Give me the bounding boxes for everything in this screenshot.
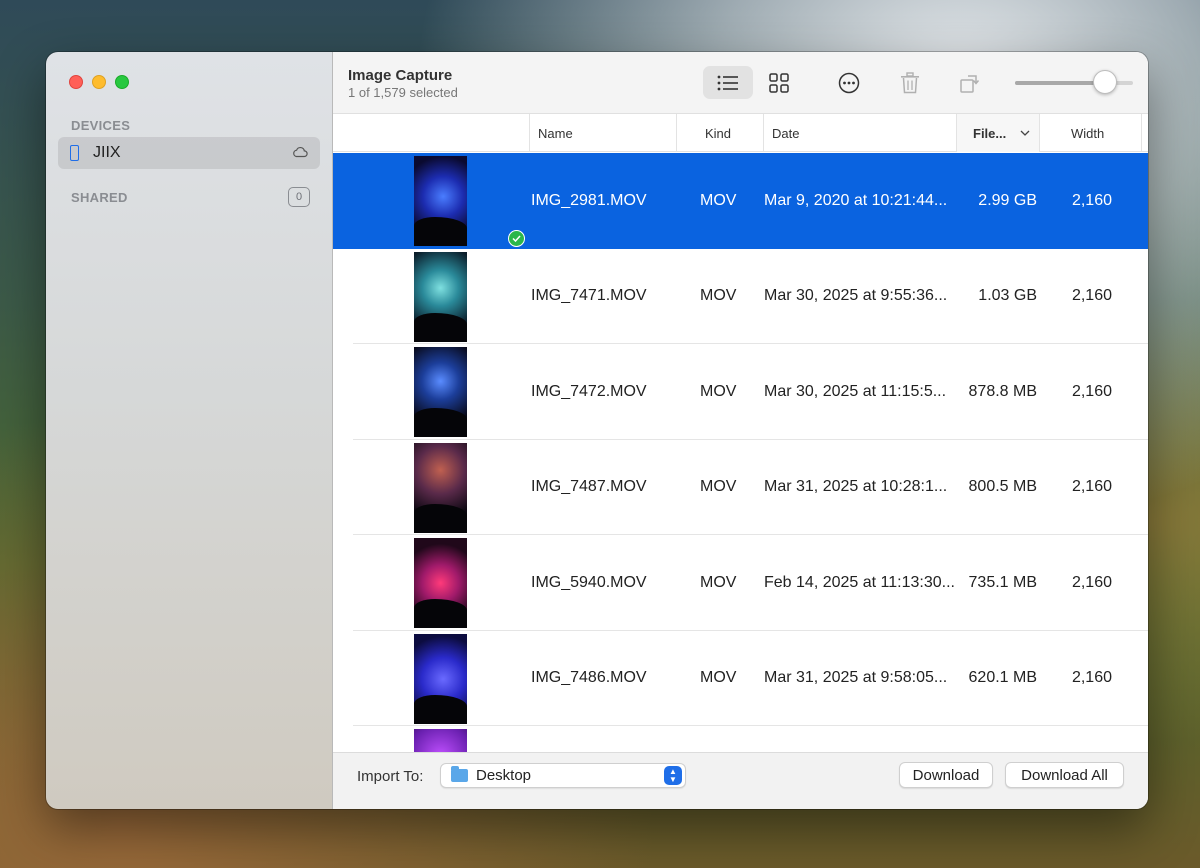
popup-arrows-icon: ▲ ▼ (664, 766, 682, 785)
device-name: JIIX (93, 144, 121, 161)
close-button[interactable] (69, 75, 83, 89)
file-size: 2.99 GB (978, 191, 1037, 209)
column-header-file-size[interactable]: File... (956, 114, 1039, 152)
rotate-icon (960, 74, 980, 93)
zoom-button[interactable] (115, 75, 129, 89)
file-name: IMG_7486.MOV (531, 669, 647, 686)
main-content: Image Capture 1 of 1,579 selected Name K… (333, 52, 1148, 809)
grid-view-icon (769, 72, 789, 93)
sidebar-item-device[interactable]: JIIX (58, 137, 320, 169)
list-view-icon (717, 75, 738, 90)
iphone-icon (70, 145, 79, 161)
file-name: IMG_7472.MOV (531, 382, 647, 400)
more-button[interactable] (829, 66, 869, 99)
table-row[interactable]: IMG_2981.MOV MOV Mar 9, 2020 at 10:21:44… (333, 153, 1148, 249)
file-kind: MOV (700, 382, 737, 400)
file-kind: MOV (700, 573, 737, 591)
footer-bar: Import To: Desktop ▲ ▼ Download Download … (333, 752, 1148, 809)
slider-fill (1015, 81, 1105, 85)
video-thumbnail (414, 251, 467, 342)
column-header-label: Width (1071, 125, 1105, 141)
list-view-button[interactable] (703, 66, 753, 99)
file-kind: MOV (700, 669, 737, 686)
grid-view-button[interactable] (758, 66, 800, 99)
download-all-button[interactable]: Download All (1005, 762, 1124, 788)
column-header-height[interactable]: H (1141, 114, 1148, 152)
rotate-button[interactable] (950, 66, 990, 99)
table-row[interactable]: IMG_5940.MOV MOV Feb 14, 2025 at 11:13:3… (333, 535, 1148, 631)
file-kind: MOV (700, 191, 737, 209)
table-row-partial (333, 726, 1148, 753)
column-header-kind[interactable]: Kind (676, 114, 763, 152)
column-header-label: Name (538, 125, 573, 141)
file-kind: MOV (700, 287, 737, 304)
window-controls (69, 75, 129, 89)
video-thumbnail (414, 442, 467, 533)
import-destination-popup[interactable]: Desktop ▲ ▼ (440, 763, 686, 788)
download-button[interactable]: Download (899, 762, 993, 788)
file-width: 2,160 (1071, 669, 1112, 686)
chevron-down-icon (1020, 130, 1030, 136)
file-name: IMG_2981.MOV (531, 191, 647, 209)
file-width: 2,160 (1071, 478, 1112, 495)
file-name: IMG_5940.MOV (531, 573, 647, 591)
file-width: 2,160 (1071, 573, 1112, 591)
file-size: 1.03 GB (978, 287, 1037, 304)
window-title: Image Capture (348, 67, 453, 84)
column-header-row: Name Kind Date File... Width H (333, 114, 1148, 152)
table-row[interactable]: IMG_7471.MOV MOV Mar 30, 2025 at 9:55:36… (333, 249, 1148, 344)
file-date: Mar 31, 2025 at 10:28:1... (764, 478, 948, 495)
import-destination-value: Desktop (476, 767, 532, 784)
file-kind: MOV (700, 478, 737, 495)
file-width: 2,160 (1071, 287, 1112, 304)
video-thumbnail (414, 347, 467, 437)
table-row[interactable]: IMG_7487.MOV MOV Mar 31, 2025 at 10:28:1… (333, 440, 1148, 535)
file-date: Mar 31, 2025 at 9:58:05... (764, 669, 948, 686)
file-date: Feb 14, 2025 at 11:13:30... (764, 573, 955, 591)
selection-status: 1 of 1,579 selected (348, 85, 458, 100)
shared-count-badge: 0 (288, 187, 310, 207)
delete-button[interactable] (890, 66, 930, 99)
more-icon (838, 72, 860, 93)
file-width: 2,160 (1071, 191, 1112, 209)
file-date: Mar 9, 2020 at 10:21:44... (764, 191, 948, 209)
toolbar: Image Capture 1 of 1,579 selected (333, 52, 1148, 114)
video-thumbnail (414, 538, 467, 628)
file-name: IMG_7487.MOV (531, 478, 647, 495)
file-date: Mar 30, 2025 at 11:15:5... (764, 382, 947, 400)
shared-header: SHARED (71, 190, 128, 205)
slider-knob[interactable] (1092, 70, 1117, 94)
table-row[interactable]: IMG_7486.MOV MOV Mar 31, 2025 at 9:58:05… (333, 631, 1148, 726)
column-header-name[interactable]: Name (529, 114, 676, 152)
video-thumbnail (414, 633, 467, 724)
folder-icon (451, 766, 468, 782)
file-size: 620.1 MB (968, 669, 1037, 686)
file-list: IMG_2981.MOV MOV Mar 9, 2020 at 10:21:44… (333, 153, 1148, 753)
file-size: 878.8 MB (968, 382, 1037, 400)
import-to-label: Import To: (357, 768, 424, 785)
column-header-label: Date (772, 125, 800, 141)
column-header-label: File... (973, 125, 1007, 141)
column-header-date[interactable]: Date (763, 114, 956, 152)
column-header-width[interactable]: Width (1039, 114, 1141, 152)
cloud-icon[interactable] (292, 146, 308, 158)
checkmark-icon (508, 230, 525, 247)
file-size: 735.1 MB (968, 573, 1037, 591)
video-thumbnail (414, 729, 467, 753)
trash-icon (901, 71, 919, 93)
file-date: Mar 30, 2025 at 9:55:36... (764, 287, 948, 304)
file-width: 2,160 (1071, 382, 1112, 400)
column-header-label: Kind (705, 125, 732, 141)
file-name: IMG_7471.MOV (531, 287, 647, 304)
devices-header: DEVICES (71, 118, 131, 133)
image-capture-window: DEVICES JIIX SHARED 0 Image Capture 1 of… (46, 52, 1148, 809)
minimize-button[interactable] (92, 75, 106, 89)
file-size: 800.5 MB (968, 478, 1037, 495)
table-row[interactable]: IMG_7472.MOV MOV Mar 30, 2025 at 11:15:5… (333, 344, 1148, 440)
sidebar: DEVICES JIIX SHARED 0 (46, 52, 333, 809)
video-thumbnail (414, 156, 467, 246)
